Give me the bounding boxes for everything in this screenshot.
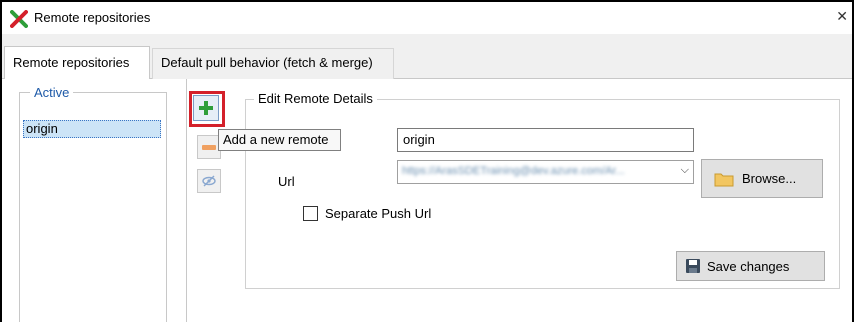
separate-push-url-checkbox[interactable] xyxy=(303,206,318,221)
chevron-down-icon[interactable]: ⌵ xyxy=(681,164,689,177)
url-label: Url xyxy=(278,174,295,189)
remote-list-item[interactable]: origin xyxy=(23,120,161,138)
url-combobox[interactable]: https://ArasSDETraining@dev.azure.com/Ar… xyxy=(397,160,694,184)
floppy-disk-icon xyxy=(686,259,700,273)
app-logo-icon xyxy=(10,10,28,28)
window-title: Remote repositories xyxy=(34,10,151,25)
remote-name-input[interactable]: origin xyxy=(397,128,694,152)
close-button[interactable]: ✕ xyxy=(836,8,848,25)
browse-button-label: Browse... xyxy=(742,171,797,186)
active-remotes-legend: Active xyxy=(30,85,74,100)
tab-content: Active origin Edit Remote Details xyxy=(2,79,852,322)
add-remote-tooltip: Add a new remote xyxy=(218,129,341,151)
eye-hidden-icon xyxy=(202,175,216,187)
title-bar: Remote repositories ✕ xyxy=(2,2,852,34)
remote-repositories-dialog: Remote repositories ✕ Remote repositorie… xyxy=(0,0,854,322)
url-value: https://ArasSDETraining@dev.azure.com/Ar… xyxy=(402,165,625,177)
save-changes-button[interactable]: Save changes xyxy=(676,251,825,281)
toggle-visibility-button[interactable] xyxy=(197,169,221,193)
tab-remote-repositories[interactable]: Remote repositories xyxy=(4,46,150,80)
minus-icon xyxy=(202,145,216,150)
folder-icon xyxy=(714,173,734,186)
save-changes-label: Save changes xyxy=(707,258,790,274)
browse-button[interactable]: Browse... xyxy=(701,159,823,198)
separate-push-url-label: Separate Push Url xyxy=(325,206,432,221)
tab-default-pull-behavior[interactable]: Default pull behavior (fetch & merge) xyxy=(152,48,394,79)
separate-push-url-option[interactable]: Separate Push Url xyxy=(303,206,431,221)
tab-strip: Remote repositories Default pull behavio… xyxy=(2,34,852,80)
add-button-highlight-box xyxy=(189,91,225,127)
panel-divider xyxy=(186,79,187,322)
edit-remote-details-legend: Edit Remote Details xyxy=(254,91,377,106)
active-remotes-group: Active origin xyxy=(19,85,167,322)
